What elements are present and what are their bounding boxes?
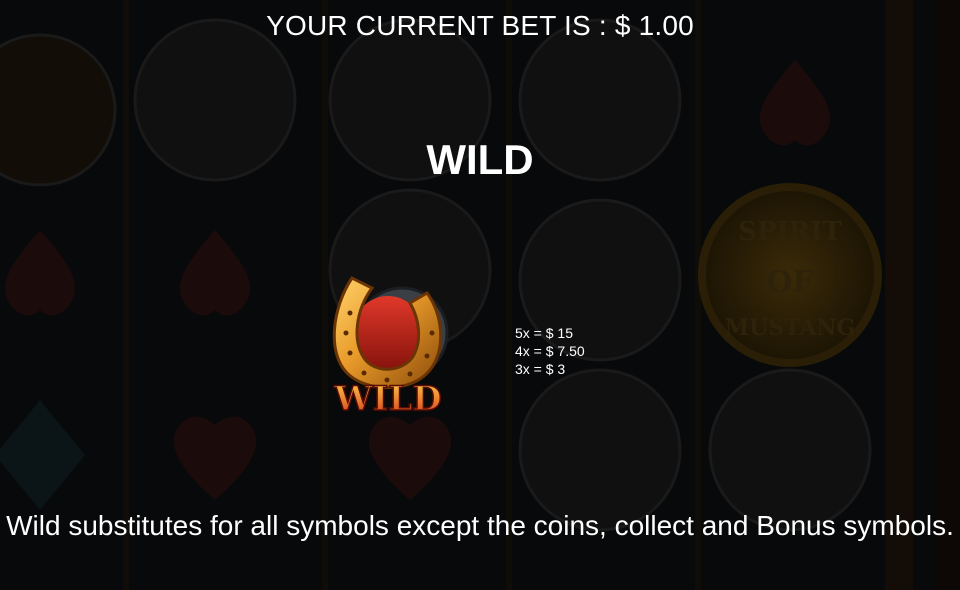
symbol-description: Wild substitutes for all symbols except … [6,510,954,541]
paytable-row: 5x = $ 15 [515,325,573,341]
paytable-row: 4x = $ 7.50 [515,343,585,359]
paytable-row: 3x = $ 3 [515,361,566,377]
section-title: WILD [426,136,534,183]
horseshoe-wild-icon: WILD [333,276,449,418]
reels-background: SPIRIT OF MUSTANG [0,0,960,590]
current-bet-label: YOUR CURRENT BET IS : $ 1.00 [266,10,694,41]
svg-text:MUSTANG: MUSTANG [725,315,856,341]
game-logo-coin: SPIRIT OF MUSTANG [698,183,882,367]
svg-text:OF: OF [766,265,813,300]
paytable: 5x = $ 15 4x = $ 7.50 3x = $ 3 [515,324,585,378]
svg-text:WILD: WILD [333,379,441,418]
svg-text:SPIRIT: SPIRIT [738,217,842,247]
